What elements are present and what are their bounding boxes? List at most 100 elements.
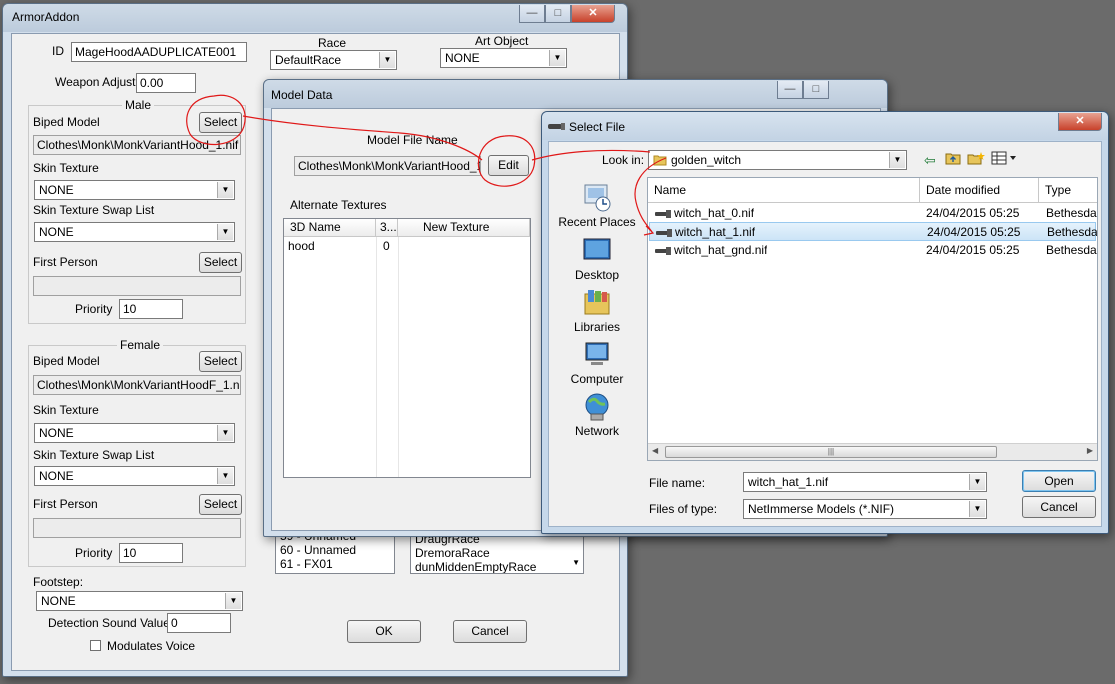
folder-icon: [653, 154, 667, 166]
alternate-textures-label: Alternate Textures: [290, 198, 387, 212]
back-icon[interactable]: ⇦: [924, 152, 936, 169]
close-button[interactable]: ✕: [1058, 113, 1102, 131]
column-header-new-texture[interactable]: New Texture: [398, 219, 530, 237]
art-object-combo[interactable]: NONE ▼: [440, 48, 567, 68]
maximize-button[interactable]: □: [545, 5, 571, 23]
place-recent-places[interactable]: Recent Places: [557, 183, 637, 229]
female-skin-texture-combo[interactable]: NONE ▼: [34, 423, 235, 443]
select-file-title: Select File: [569, 120, 626, 134]
table-row[interactable]: hood 0: [284, 237, 530, 256]
close-button[interactable]: ✕: [571, 5, 615, 23]
edit-button[interactable]: Edit: [488, 155, 529, 176]
new-folder-icon[interactable]: [967, 151, 985, 165]
place-network[interactable]: Network: [557, 392, 637, 438]
scroll-left-icon[interactable]: ◀: [652, 446, 658, 455]
id-field[interactable]: MageHoodAADUPLICATE001: [71, 42, 247, 62]
female-skin-texture-label: Skin Texture: [33, 403, 99, 417]
list-item[interactable]: 60 - Unnamed: [276, 543, 394, 557]
column-divider: [398, 237, 399, 477]
file-row[interactable]: witch_hat_0.nif 24/04/2015 05:25 Bethesd…: [648, 204, 1097, 223]
female-priority-field[interactable]: 10: [119, 543, 183, 563]
place-desktop[interactable]: Desktop: [557, 236, 637, 282]
list-item[interactable]: dunMiddenEmptyRace: [411, 560, 583, 573]
armor-addon-title: ArmorAddon: [12, 10, 80, 24]
nif-file-icon: [655, 241, 671, 260]
app-icon: [547, 121, 565, 131]
male-skin-texture-value: NONE: [39, 183, 74, 197]
list-item[interactable]: 61 - FX01: [276, 557, 394, 571]
art-object-label: Art Object: [475, 34, 529, 48]
female-skin-swap-value: NONE: [39, 469, 74, 483]
file-row[interactable]: witch_hat_gnd.nif 24/04/2015 05:25 Bethe…: [648, 241, 1097, 260]
column-header-type[interactable]: Type: [1039, 178, 1097, 203]
column-header-3d-name[interactable]: 3D Name: [284, 219, 376, 237]
female-biped-select-button[interactable]: Select: [199, 351, 242, 372]
armor-addon-titlebar[interactable]: ArmorAddon — □ ✕: [3, 4, 627, 32]
open-button[interactable]: Open: [1022, 470, 1096, 492]
model-data-titlebar[interactable]: Model Data — □: [264, 80, 887, 108]
file-name-label: File name:: [649, 476, 706, 490]
file-list[interactable]: ˄ Name Date modified Type witch_hat_0.ni…: [647, 177, 1098, 461]
alternate-textures-table[interactable]: 3D Name 3... New Texture hood 0: [283, 218, 531, 478]
minimize-button[interactable]: —: [519, 5, 545, 23]
female-skin-texture-value: NONE: [39, 426, 74, 440]
scroll-down-icon[interactable]: ▼: [572, 558, 580, 567]
modulates-voice-checkbox[interactable]: [90, 640, 101, 651]
file-row-selected[interactable]: witch_hat_1.nif 24/04/2015 05:25 Bethesd…: [649, 222, 1098, 241]
maximize-button[interactable]: □: [803, 81, 829, 99]
race-value: DefaultRace: [275, 53, 342, 67]
footstep-combo[interactable]: NONE ▼: [36, 591, 243, 611]
female-first-person-select-button[interactable]: Select: [199, 494, 242, 515]
libraries-icon: [581, 288, 613, 318]
place-label: Desktop: [574, 268, 620, 282]
up-folder-icon[interactable]: [945, 151, 961, 165]
file-name: witch_hat_1.nif: [675, 225, 756, 239]
file-type: Bethesda ...: [1046, 206, 1097, 220]
column-header-index[interactable]: 3...: [376, 219, 398, 237]
male-skin-swap-combo[interactable]: NONE ▼: [34, 222, 235, 242]
place-label: Network: [574, 424, 619, 438]
male-first-person-select-button[interactable]: Select: [199, 252, 242, 273]
file-name-combo[interactable]: witch_hat_1.nif ▼: [743, 472, 987, 492]
file-date: 24/04/2015 05:25: [926, 243, 1020, 257]
ok-button[interactable]: OK: [347, 620, 421, 643]
female-first-person-label: First Person: [33, 497, 98, 511]
female-group-title: Female: [117, 338, 164, 352]
minimize-button[interactable]: —: [777, 81, 803, 99]
scroll-right-icon[interactable]: ▶: [1087, 446, 1093, 455]
art-object-value: NONE: [445, 51, 480, 65]
place-computer[interactable]: Computer: [557, 340, 637, 386]
select-file-titlebar[interactable]: Select File ✕: [542, 112, 1108, 140]
files-of-type-combo[interactable]: NetImmerse Models (*.NIF) ▼: [743, 499, 987, 519]
male-first-person-label: First Person: [33, 255, 98, 269]
look-in-combo[interactable]: golden_witch ▼: [648, 150, 907, 170]
file-name-value: witch_hat_1.nif: [748, 475, 829, 489]
file-type: Bethesda ...: [1046, 243, 1097, 257]
footstep-label: Footstep:: [33, 575, 84, 589]
column-header-date-modified[interactable]: Date modified: [920, 178, 1039, 203]
cancel-button[interactable]: Cancel: [453, 620, 527, 643]
female-priority-label: Priority: [75, 546, 113, 560]
column-divider: [376, 237, 377, 477]
horizontal-scrollbar[interactable]: ◀ ||| ▶: [648, 443, 1097, 460]
view-menu-icon[interactable]: [991, 151, 1019, 165]
list-item[interactable]: DremoraRace: [411, 546, 583, 560]
detection-sound-field[interactable]: 0: [167, 613, 231, 633]
model-data-title: Model Data: [271, 88, 333, 102]
scrollbar-thumb[interactable]: |||: [665, 446, 997, 458]
file-name: witch_hat_0.nif: [674, 206, 755, 220]
male-priority-field[interactable]: 10: [119, 299, 183, 319]
male-skin-texture-combo[interactable]: NONE ▼: [34, 180, 235, 200]
place-libraries[interactable]: Libraries: [557, 288, 637, 334]
select-file-cancel-button[interactable]: Cancel: [1022, 496, 1096, 518]
chevron-down-icon: ▼: [969, 501, 985, 517]
file-type: Bethesda ...: [1047, 225, 1098, 239]
file-date: 24/04/2015 05:25: [926, 206, 1020, 220]
male-biped-select-button[interactable]: Select: [199, 112, 242, 133]
column-header-name[interactable]: Name: [648, 178, 920, 203]
weapon-adjust-field[interactable]: 0.00: [136, 73, 196, 93]
female-skin-swap-combo[interactable]: NONE ▼: [34, 466, 235, 486]
race-combo[interactable]: DefaultRace ▼: [270, 50, 397, 70]
network-icon: [581, 392, 613, 422]
nif-file-icon: [655, 204, 671, 223]
